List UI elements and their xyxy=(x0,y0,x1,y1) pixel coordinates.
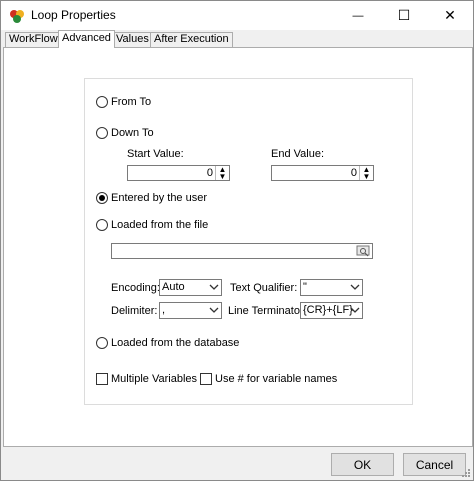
window-title: Loop Properties xyxy=(31,8,116,22)
advanced-tab-panel: From To Down To Start Value: 0 ▲ ▼ End Va… xyxy=(3,47,473,447)
spin-arrows-icon[interactable]: ▲ ▼ xyxy=(359,166,373,181)
end-value-label: End Value: xyxy=(271,148,325,160)
loaded-from-file-label: Loaded from the file xyxy=(111,219,209,231)
text-qualifier-select[interactable]: " xyxy=(300,279,363,296)
radio-circle xyxy=(96,127,108,139)
chevron-down-icon xyxy=(350,284,360,290)
end-value-text: 0 xyxy=(350,167,357,179)
delimiter-value: , xyxy=(162,304,166,316)
maximize-icon: ☐ xyxy=(397,7,411,23)
loaded-from-database-label: Loaded from the database xyxy=(111,337,240,349)
folder-browse-icon[interactable] xyxy=(356,245,370,257)
cancel-button[interactable]: Cancel xyxy=(403,453,466,476)
close-button[interactable]: ✕ xyxy=(427,1,473,30)
title-bar[interactable]: Loop Properties — ☐ ✕ xyxy=(1,1,473,30)
delimiter-select[interactable]: , xyxy=(159,302,222,319)
encoding-value: Auto xyxy=(162,281,185,293)
use-hash-label: Use # for variable names xyxy=(215,373,338,385)
start-value-text: 0 xyxy=(206,167,213,179)
tab-values[interactable]: Values xyxy=(112,32,153,47)
entered-by-user-radio[interactable]: Entered by the user xyxy=(96,192,207,204)
resize-grip-icon[interactable] xyxy=(461,468,471,478)
spin-arrows-icon[interactable]: ▲ ▼ xyxy=(215,166,229,181)
chevron-down-icon xyxy=(350,307,360,313)
radio-circle-checked xyxy=(96,192,108,204)
loaded-from-database-radio[interactable]: Loaded from the database xyxy=(96,337,239,349)
maximize-button[interactable]: ☐ xyxy=(381,1,427,30)
start-value-label: Start Value: xyxy=(127,148,184,160)
end-value-spinner[interactable]: 0 ▲ ▼ xyxy=(271,165,374,181)
radio-circle xyxy=(96,337,108,349)
encoding-select[interactable]: Auto xyxy=(159,279,222,296)
line-terminator-value: {CR}+{LF} xyxy=(303,304,353,316)
minimize-icon: — xyxy=(352,9,364,22)
tab-advanced[interactable]: Advanced xyxy=(58,30,115,48)
radio-circle xyxy=(96,219,108,231)
encoding-label: Encoding: xyxy=(111,282,160,294)
multiple-variables-checkbox[interactable]: Multiple Variables xyxy=(96,373,197,385)
from-to-radio[interactable]: From To xyxy=(96,96,151,108)
from-to-label: From To xyxy=(111,96,152,108)
chevron-down-icon xyxy=(209,284,219,290)
loop-properties-window: Loop Properties — ☐ ✕ WorkFlow Advanced … xyxy=(0,0,474,481)
delimiter-label: Delimiter: xyxy=(111,305,158,317)
multiple-variables-label: Multiple Variables xyxy=(111,373,198,385)
checkbox-box xyxy=(200,373,212,385)
ok-button[interactable]: OK xyxy=(331,453,394,476)
start-value-spinner[interactable]: 0 ▲ ▼ xyxy=(127,165,230,181)
tab-workflow[interactable]: WorkFlow xyxy=(5,32,62,47)
loop-options-group: From To Down To Start Value: 0 ▲ ▼ End Va… xyxy=(84,78,413,405)
down-to-label: Down To xyxy=(111,127,154,139)
line-terminator-label: Line Terminator: xyxy=(228,305,307,317)
radio-circle xyxy=(96,96,108,108)
tab-strip: WorkFlow Advanced Values After Execution xyxy=(3,30,471,48)
text-qualifier-label: Text Qualifier: xyxy=(230,282,298,294)
use-hash-checkbox[interactable]: Use # for variable names xyxy=(200,373,337,385)
down-to-radio[interactable]: Down To xyxy=(96,127,154,139)
loop-app-icon xyxy=(10,10,24,23)
close-icon: ✕ xyxy=(444,7,456,23)
loaded-from-file-radio[interactable]: Loaded from the file xyxy=(96,219,208,231)
chevron-down-icon xyxy=(209,307,219,313)
line-terminator-select[interactable]: {CR}+{LF} xyxy=(300,302,363,319)
file-path-input[interactable] xyxy=(111,243,373,259)
checkbox-box xyxy=(96,373,108,385)
minimize-button[interactable]: — xyxy=(335,1,381,30)
text-qualifier-value: " xyxy=(303,281,307,293)
entered-by-user-label: Entered by the user xyxy=(111,192,208,204)
tab-after-execution[interactable]: After Execution xyxy=(150,32,233,47)
